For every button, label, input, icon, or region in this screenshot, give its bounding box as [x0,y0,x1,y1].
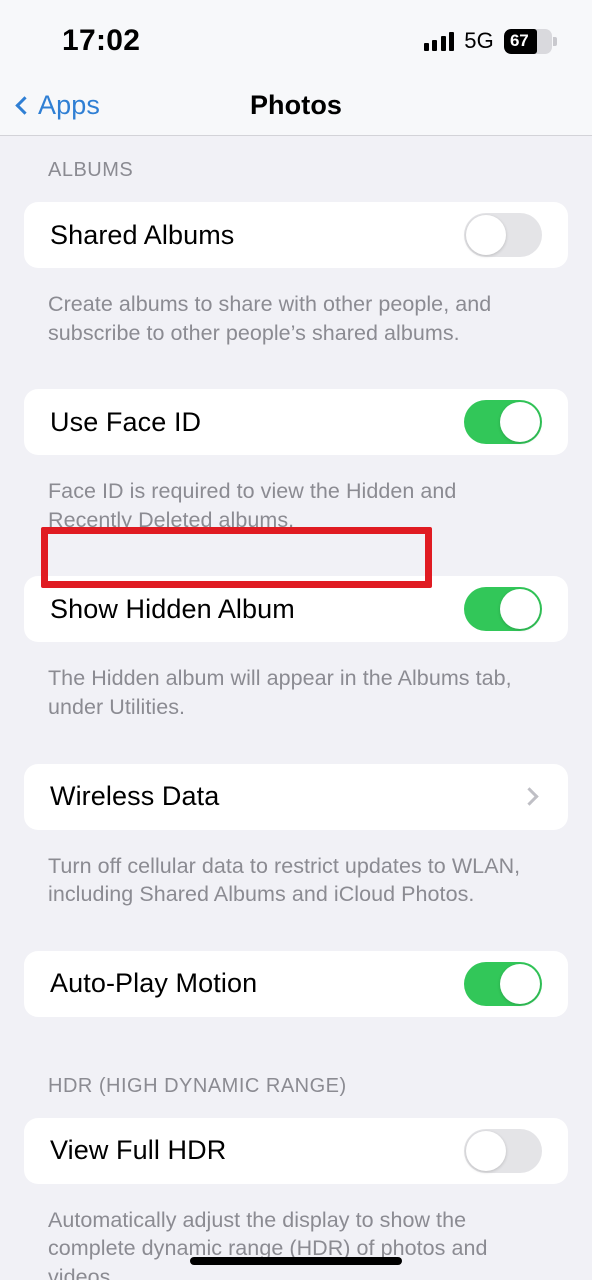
toggle-shared-albums[interactable] [464,213,542,257]
card-use-face-id: Use Face ID [24,389,568,456]
toggle-show-hidden-album[interactable] [464,587,542,632]
footnote-view-full-hdr: Automatically adjust the display to show… [48,1207,488,1280]
card-shared-albums: Shared Albums [24,202,568,268]
footnote-wireless-data: Turn off cellular data to restrict updat… [48,853,521,907]
photos-settings-screen: 17:02 5G 67 Apps Photos ALBUMS Shared Al… [0,0,592,1280]
status-time: 17:02 [62,24,141,57]
navigation-bar: Apps Photos [0,76,592,136]
footnote-shared-albums: Create albums to share with other people… [48,292,492,345]
status-indicators: 5G 67 [423,28,557,54]
network-type-label: 5G [464,28,494,53]
row-label-auto-play-motion: Auto-Play Motion [50,968,258,999]
row-show-hidden-album[interactable]: Show Hidden Album [24,576,568,642]
footnote-use-face-id: Face ID is required to view the Hidden a… [48,479,457,532]
card-wireless-data: Wireless Data [24,763,568,830]
section-header-albums: ALBUMS [48,159,134,181]
row-use-face-id[interactable]: Use Face ID [24,389,568,455]
battery-icon: 67 [504,28,557,54]
row-shared-albums[interactable]: Shared Albums [24,202,568,268]
row-label-use-face-id: Use Face ID [50,406,202,437]
chevron-right-icon [520,787,539,806]
row-auto-play-motion[interactable]: Auto-Play Motion [24,951,568,1017]
row-label-view-full-hdr: View Full HDR [50,1135,227,1166]
battery-percent-label: 67 [510,31,529,50]
row-wireless-data[interactable]: Wireless Data [24,764,568,830]
section-header-hdr: HDR (HIGH DYNAMIC RANGE) [48,1074,347,1097]
settings-list[interactable]: ALBUMS Shared Albums Create albums to sh… [0,137,592,1280]
card-view-full-hdr: View Full HDR [24,1117,568,1184]
footnote-show-hidden-album: The Hidden album will appear in the Albu… [48,666,512,719]
toggle-view-full-hdr[interactable] [464,1128,542,1173]
status-bar: 17:02 5G 67 [0,0,592,76]
row-view-full-hdr[interactable]: View Full HDR [24,1118,568,1184]
home-indicator [190,1257,402,1265]
card-show-hidden-album: Show Hidden Album [24,576,568,643]
back-button-label: Apps [38,90,100,120]
row-label-wireless-data: Wireless Data [50,781,220,812]
row-label-show-hidden-album: Show Hidden Album [50,593,295,624]
chevron-left-icon [15,96,34,115]
toggle-use-face-id[interactable] [464,400,542,445]
row-label-shared-albums: Shared Albums [50,219,235,250]
toggle-auto-play-motion[interactable] [464,961,542,1006]
card-auto-play-motion: Auto-Play Motion [24,950,568,1017]
back-button[interactable]: Apps [14,90,100,121]
cellular-bars-icon [423,31,455,51]
